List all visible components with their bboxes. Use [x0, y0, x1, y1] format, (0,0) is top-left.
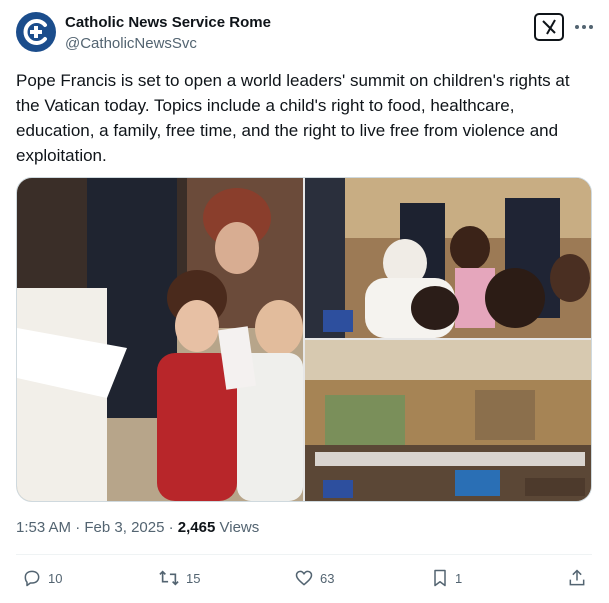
- account-name[interactable]: Catholic News Service Rome: [65, 14, 271, 31]
- photo-summit-hall[interactable]: [305, 340, 591, 501]
- reply-icon: [24, 570, 40, 587]
- meta-separator: ·: [75, 519, 81, 536]
- cns-logo-icon: [23, 19, 47, 45]
- reply-count: 10: [48, 570, 63, 586]
- views-count: 2,465: [177, 519, 216, 536]
- photo-children-with-pope[interactable]: [17, 178, 303, 501]
- repost-icon: [159, 570, 179, 586]
- media-grid[interactable]: [16, 177, 592, 502]
- bookmark-button[interactable]: 1: [431, 568, 462, 588]
- divider: [16, 554, 592, 555]
- post-text: Pope Francis is set to open a world lead…: [16, 71, 570, 165]
- reply-button[interactable]: 10: [22, 568, 62, 588]
- account-avatar[interactable]: [16, 12, 56, 52]
- views-label: Views: [219, 519, 260, 536]
- post-time[interactable]: 1:53 AM: [16, 519, 71, 536]
- more-options-icon[interactable]: [573, 16, 595, 38]
- photo-pope-meeting-children[interactable]: [305, 178, 591, 338]
- share-icon: [569, 569, 585, 586]
- post-date[interactable]: Feb 3, 2025: [84, 519, 164, 536]
- repost-button[interactable]: 15: [158, 568, 200, 588]
- bookmark-count: 1: [455, 570, 463, 586]
- account-handle[interactable]: @CatholicNewsSvc: [65, 35, 197, 52]
- share-button[interactable]: [567, 568, 593, 588]
- like-button[interactable]: 63: [294, 568, 334, 588]
- like-count: 63: [320, 570, 335, 586]
- meta-separator: ·: [168, 519, 174, 536]
- bookmark-icon: [434, 569, 446, 587]
- grok-icon[interactable]: [534, 13, 564, 41]
- repost-count: 15: [186, 570, 201, 586]
- heart-icon: [295, 570, 313, 586]
- post-meta: 1:53 AM · Feb 3, 2025 · 2,465 Views: [16, 519, 259, 536]
